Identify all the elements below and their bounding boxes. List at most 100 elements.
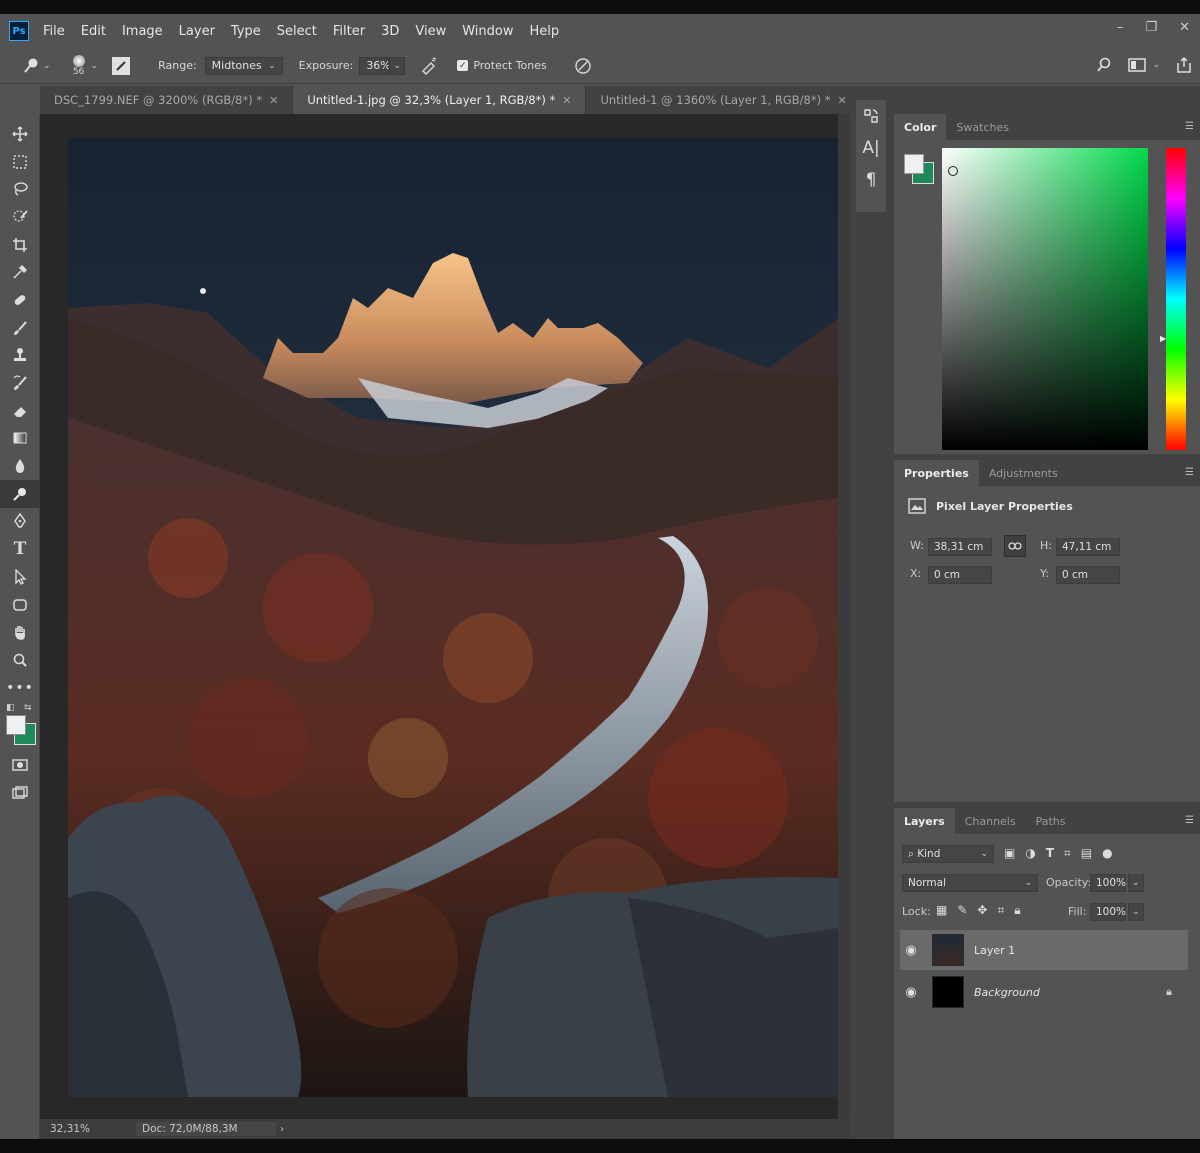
dodge-tool[interactable] — [0, 479, 40, 508]
lock-all-icon[interactable]: 🔒︎ — [1014, 903, 1020, 918]
type-filter-icon[interactable]: T — [1046, 846, 1054, 861]
foreground-color-swatch[interactable] — [904, 154, 924, 174]
foreground-color-swatch[interactable] — [6, 715, 26, 736]
menu-layer[interactable]: Layer — [179, 24, 215, 39]
adjustment-filter-icon[interactable]: ◑ — [1025, 846, 1035, 861]
exposure-input[interactable]: 36% — [359, 56, 391, 75]
menu-help[interactable]: Help — [530, 24, 560, 39]
tool-preset-picker[interactable]: ⌄ — [22, 57, 51, 75]
close-icon[interactable]: ✕ — [269, 94, 278, 107]
lasso-tool[interactable] — [0, 175, 40, 203]
close-icon[interactable]: ✕ — [562, 94, 571, 107]
chevron-down-icon[interactable]: ⌄ — [91, 61, 99, 71]
menu-filter[interactable]: Filter — [333, 24, 365, 39]
search-icon[interactable] — [1096, 57, 1112, 73]
tab-swatches[interactable]: Swatches — [946, 114, 1019, 140]
shape-filter-icon[interactable]: ⌗ — [1064, 846, 1071, 861]
tab-adjustments[interactable]: Adjustments — [979, 460, 1068, 486]
tab-properties[interactable]: Properties — [894, 460, 979, 486]
eyedropper-tool[interactable] — [0, 258, 40, 286]
history-panel-button[interactable] — [856, 100, 886, 132]
share-icon[interactable] — [1176, 56, 1192, 74]
color-field[interactable] — [942, 148, 1148, 450]
tab-color[interactable]: Color — [894, 114, 947, 140]
more-tools[interactable]: ••• — [0, 674, 40, 702]
hue-slider[interactable]: ▶ — [1160, 148, 1186, 450]
pen-tool[interactable] — [0, 508, 40, 536]
brush-tool[interactable] — [0, 314, 40, 342]
opacity-slider-toggle[interactable]: ⌄ — [1128, 874, 1144, 892]
tab-paths[interactable]: Paths — [1026, 808, 1076, 834]
lock-artboard-icon[interactable]: ⌗ — [997, 903, 1004, 918]
gradient-tool[interactable] — [0, 425, 40, 453]
blend-mode-select[interactable]: Normal ⌄ — [902, 874, 1038, 892]
smart-object-filter-icon[interactable]: ▤ — [1081, 846, 1092, 861]
zoom-level[interactable]: 32,31% — [40, 1123, 96, 1135]
menu-image[interactable]: Image — [122, 24, 163, 39]
doc-size[interactable]: Doc: 72,0M/88,3M — [136, 1122, 276, 1136]
height-input[interactable]: 47,11 cm — [1056, 538, 1120, 556]
marquee-tool[interactable] — [0, 148, 40, 176]
close-icon[interactable]: ✕ — [838, 94, 847, 107]
menu-edit[interactable]: Edit — [81, 24, 106, 39]
menu-file[interactable]: File — [43, 24, 65, 39]
panel-menu-icon[interactable]: ☰ — [1185, 815, 1194, 826]
fill-input[interactable]: 100% — [1090, 903, 1126, 921]
airbrush-button[interactable] — [419, 56, 439, 76]
width-input[interactable]: 38,31 cm — [928, 538, 992, 556]
filter-toggle-icon[interactable]: ● — [1102, 846, 1112, 861]
tab-channels[interactable]: Channels — [955, 808, 1026, 834]
minimize-button[interactable]: – — [1117, 20, 1124, 35]
character-panel-button[interactable]: A| — [856, 132, 886, 164]
document-image[interactable] — [68, 138, 839, 1097]
eye-icon[interactable]: ◉ — [900, 943, 922, 958]
exposure-slider-toggle[interactable]: ⌄ — [389, 56, 406, 75]
shape-tool[interactable] — [0, 591, 40, 619]
lock-pixels-icon[interactable]: ✎ — [957, 903, 967, 918]
layer-row-background[interactable]: ◉ Background 🔒︎ — [900, 972, 1188, 1012]
layer-row-layer-1[interactable]: ◉ Layer 1 — [900, 930, 1188, 970]
workspace-icon[interactable] — [1128, 57, 1147, 73]
close-button[interactable]: ✕ — [1179, 20, 1190, 35]
eye-icon[interactable]: ◉ — [900, 985, 922, 1000]
range-select[interactable]: Midtones ⌄ — [204, 56, 283, 75]
chevron-down-icon[interactable]: ⌄ — [1152, 60, 1160, 70]
x-input[interactable]: 0 cm — [928, 566, 992, 584]
tab-untitled-1-jpg[interactable]: Untitled-1.jpg @ 32,3% (Layer 1, RGB/8*)… — [293, 86, 587, 114]
menu-select[interactable]: Select — [277, 24, 317, 39]
menu-view[interactable]: View — [415, 24, 446, 39]
healing-tool[interactable] — [0, 286, 40, 314]
stamp-tool[interactable] — [0, 342, 40, 370]
chevron-right-icon[interactable]: › — [280, 1124, 284, 1135]
path-select-tool[interactable] — [0, 563, 40, 591]
tab-layers[interactable]: Layers — [894, 808, 955, 834]
hue-slider-handle[interactable]: ▶ — [1160, 334, 1166, 343]
menu-type[interactable]: Type — [231, 24, 261, 39]
panel-menu-icon[interactable]: ☰ — [1185, 467, 1194, 478]
history-brush-tool[interactable] — [0, 369, 40, 397]
hand-tool[interactable] — [0, 618, 40, 646]
canvas-scrollbar[interactable] — [838, 114, 850, 1119]
zoom-tool[interactable] — [0, 646, 40, 674]
y-input[interactable]: 0 cm — [1056, 566, 1120, 584]
default-colors-icon[interactable]: ◧ — [6, 703, 15, 713]
pixel-filter-icon[interactable]: ▣ — [1004, 846, 1015, 861]
screen-mode-button[interactable] — [0, 779, 40, 807]
crop-tool[interactable] — [0, 231, 40, 259]
color-picker-cursor[interactable] — [948, 166, 958, 176]
brush-preset-picker[interactable]: 56 — [72, 54, 85, 77]
menu-3d[interactable]: 3D — [381, 24, 399, 39]
eraser-tool[interactable] — [0, 397, 40, 425]
quick-select-tool[interactable] — [0, 203, 40, 231]
pressure-size-button[interactable] — [573, 56, 593, 76]
blur-tool[interactable] — [0, 452, 40, 480]
brush-panel-toggle[interactable] — [112, 56, 131, 75]
canvas-area[interactable] — [40, 114, 850, 1119]
protect-tones-checkbox[interactable]: ✓ Protect Tones — [457, 59, 547, 72]
type-tool[interactable]: T — [0, 535, 40, 563]
move-tool[interactable] — [0, 120, 40, 148]
fill-slider-toggle[interactable]: ⌄ — [1128, 903, 1144, 921]
swap-colors-icon[interactable]: ⇆ — [24, 703, 32, 713]
restore-button[interactable]: ❐ — [1145, 20, 1157, 35]
lock-transparency-icon[interactable]: ▦ — [936, 903, 947, 918]
